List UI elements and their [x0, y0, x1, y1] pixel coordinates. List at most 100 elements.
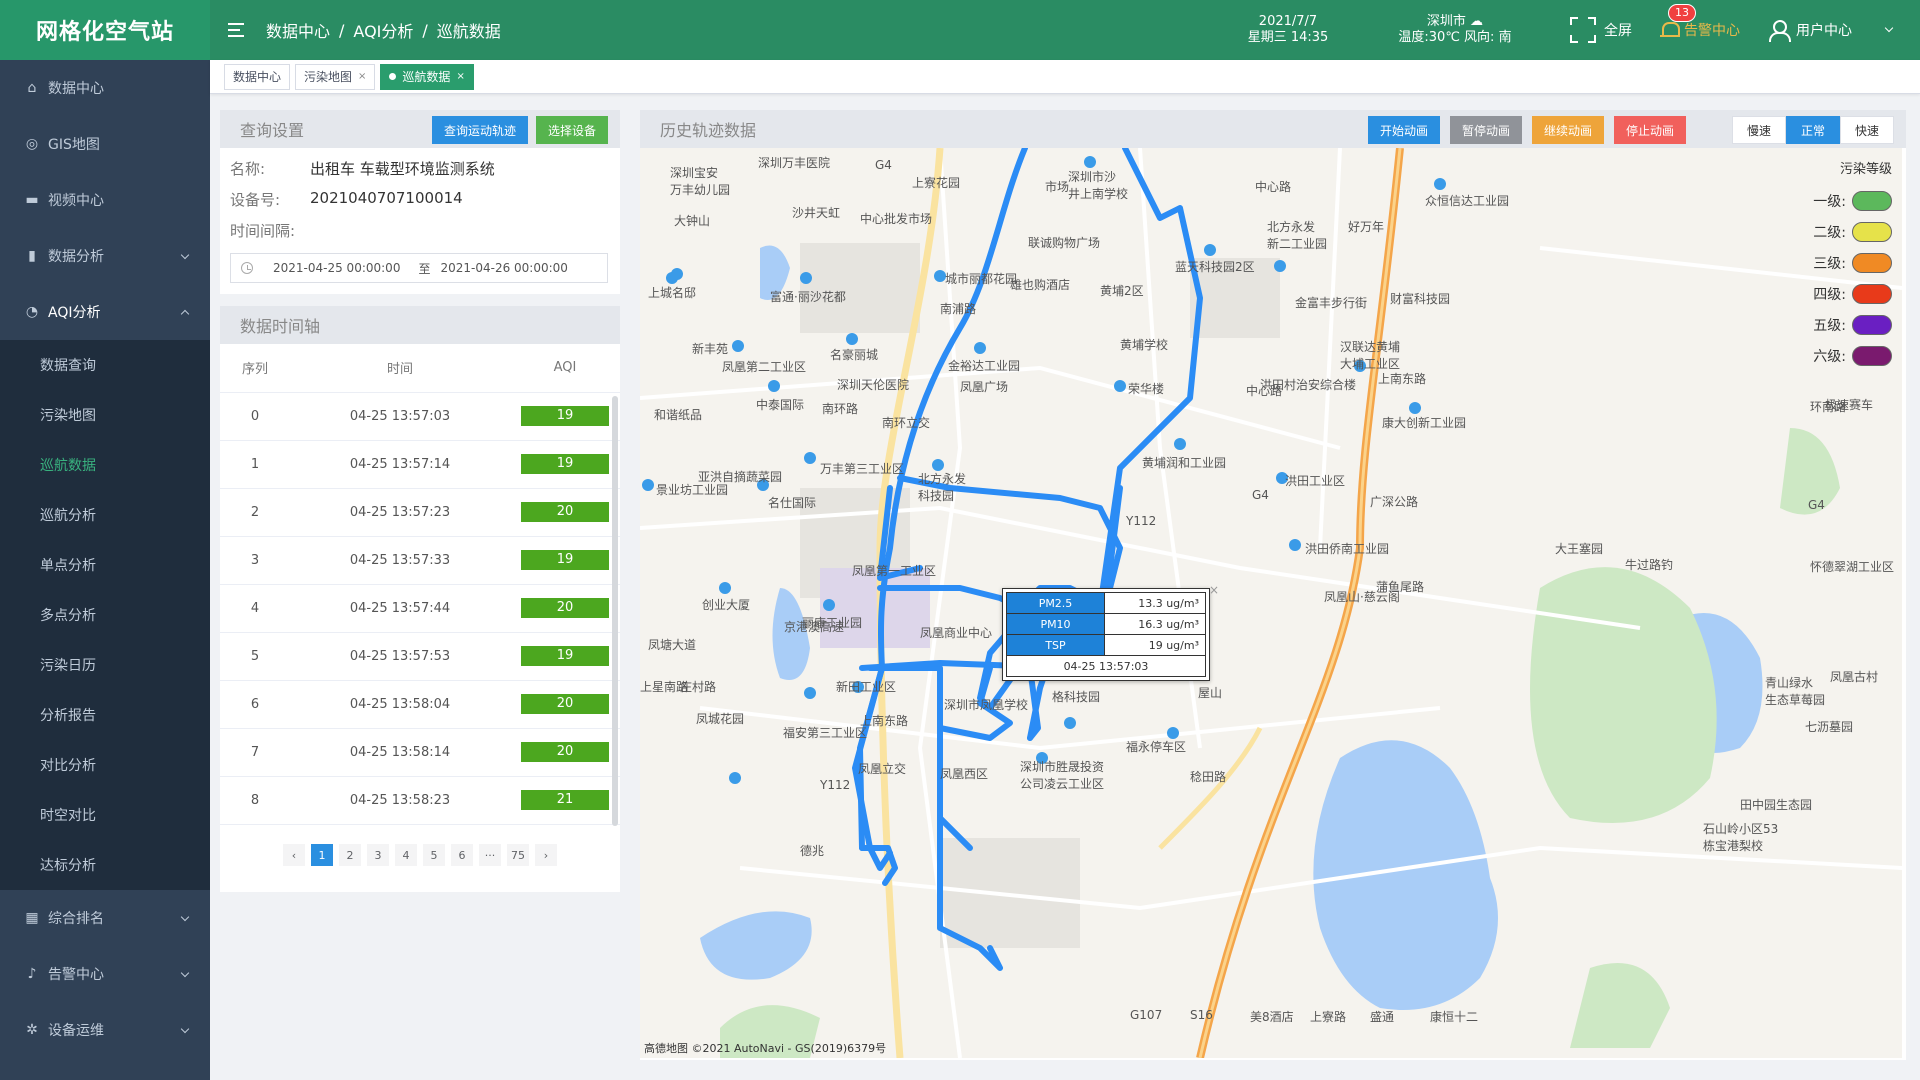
date-range-picker[interactable]: 2021-04-25 00:00:00 至 2021-04-26 00:00:0…: [230, 253, 608, 283]
aqi-badge: 19: [521, 406, 609, 426]
table-row[interactable]: 6 04-25 13:58:04 20: [220, 680, 620, 729]
submenu-item-cruise-analysis[interactable]: 巡航分析: [0, 490, 210, 540]
sidebar-item-label: GIS地图: [48, 137, 100, 153]
sidebar-item-aqi-analysis[interactable]: ◔ AQI分析: [0, 284, 210, 340]
map-label: 深圳天伦医院: [837, 378, 910, 392]
sidebar-item-gis-map[interactable]: ◎ GIS地图: [0, 116, 210, 172]
page-button[interactable]: 6: [451, 844, 473, 866]
submenu-item-single-point[interactable]: 单点分析: [0, 540, 210, 590]
page-button[interactable]: 5: [423, 844, 445, 866]
table-row[interactable]: 2 04-25 13:57:23 20: [220, 488, 620, 537]
legend-swatch: [1852, 283, 1892, 304]
map-label: 好万年: [1348, 220, 1385, 234]
map-canvas[interactable]: 深圳宝安 万丰幼儿园 深圳万丰医院 上寮花园 沙井天虹 中心批发市场 深圳市沙 井上南学校…: [640, 148, 1902, 1058]
user-center-button[interactable]: 用户中心: [1768, 20, 1894, 42]
tag-cruise-data[interactable]: 巡航数据 ×: [380, 63, 474, 90]
map-label: Y112: [1126, 514, 1157, 528]
sidebar-item-video-center[interactable]: ▬ 视频中心: [0, 172, 210, 228]
page-button[interactable]: 2: [339, 844, 361, 866]
timeline-table-wrapper[interactable]: 序列 时间 AQI 0 04-25 13:57:03 19 1 04-25 13:57:…: [220, 344, 620, 828]
table-row[interactable]: 7 04-25 13:58:14 20: [220, 728, 620, 777]
sidebar-item-data-analysis[interactable]: ▮ 数据分析: [0, 228, 210, 284]
table-row[interactable]: 8 04-25 13:58:23 21: [220, 776, 620, 825]
table-row[interactable]: 5 04-25 13:57:53 19: [220, 632, 620, 681]
page-button[interactable]: ···: [479, 844, 501, 866]
page-button[interactable]: 3: [367, 844, 389, 866]
resume-animation-button[interactable]: 继续动画: [1531, 116, 1604, 144]
speed-option[interactable]: 快速: [1839, 116, 1894, 144]
breadcrumb-item[interactable]: AQI分析: [353, 18, 413, 42]
tags-view-bar: 数据中心 污染地图 × 巡航数据 ×: [210, 60, 1920, 94]
page-button[interactable]: 75: [507, 844, 529, 866]
map-label: 牛过路钓: [1625, 558, 1674, 572]
popup-time: 04-25 13:57:03: [1006, 655, 1206, 677]
page-button[interactable]: 1: [311, 844, 333, 866]
submenu-item-compliance[interactable]: 达标分析: [0, 840, 210, 890]
query-track-button[interactable]: 查询运动轨迹: [431, 116, 528, 144]
stop-animation-button[interactable]: 停止动画: [1613, 116, 1686, 144]
page-button[interactable]: 4: [395, 844, 417, 866]
scrollbar-thumb[interactable]: [612, 396, 618, 826]
submenu-item-pollution-calendar[interactable]: 污染日历: [0, 640, 210, 690]
start-date-input[interactable]: 2021-04-25 00:00:00: [273, 261, 400, 275]
device-name-row: 名称: 出租车 车载型环境监测系统: [220, 158, 620, 179]
sidebar-item-label: 综合排名: [48, 911, 104, 927]
table-row[interactable]: 0 04-25 13:57:03 19: [220, 392, 620, 441]
close-icon[interactable]: ×: [456, 71, 464, 82]
prev-page-button[interactable]: ‹: [283, 844, 305, 866]
table-row[interactable]: 1 04-25 13:57:14 19: [220, 440, 620, 489]
popup-key: PM10: [1006, 613, 1105, 635]
start-animation-button[interactable]: 开始动画: [1367, 116, 1440, 144]
map-label: 黄埔2区: [1100, 284, 1144, 298]
breadcrumb-item[interactable]: 数据中心: [266, 18, 330, 42]
column-header: AQI: [510, 344, 620, 393]
submenu-item-multi-point[interactable]: 多点分析: [0, 590, 210, 640]
alarm-center-button[interactable]: 13 告警中心: [1660, 4, 1740, 40]
next-page-button[interactable]: ›: [535, 844, 557, 866]
menu-toggle-icon[interactable]: [228, 23, 248, 37]
sidebar-item-device-maintenance[interactable]: ✲ 设备运维: [0, 1002, 210, 1058]
panel-title: 历史轨迹数据: [660, 121, 757, 140]
tag-data-center[interactable]: 数据中心: [224, 63, 291, 90]
speed-option[interactable]: 正常: [1785, 116, 1840, 144]
submenu-item-cruise-data[interactable]: 巡航数据: [0, 440, 210, 490]
map-label: 中心批发市场: [860, 212, 933, 226]
popup-table: PM2.5 13.3 ug/m³ PM10 16.3 ug/m³ TSP 19 ug/…: [1006, 592, 1206, 677]
map-label: 洪田侨南工业园: [1305, 542, 1390, 556]
close-icon[interactable]: ×: [1209, 583, 1219, 597]
sidebar-item-ranking[interactable]: ▦ 综合排名: [0, 890, 210, 946]
map-label: 大王塞园: [1555, 542, 1604, 556]
map-label: Y112: [820, 778, 851, 792]
submenu-item-analysis-report[interactable]: 分析报告: [0, 690, 210, 740]
row-time: 04-25 13:57:23: [290, 488, 510, 537]
alarm-center-label: 告警中心: [1684, 23, 1740, 39]
submenu-item-comparison[interactable]: 对比分析: [0, 740, 210, 790]
submenu-item-data-query[interactable]: 数据查询: [0, 340, 210, 390]
sidebar-item-label: AQI分析: [48, 305, 101, 321]
chevron-down-icon: [180, 250, 190, 260]
row-time: 04-25 13:57:53: [290, 632, 510, 681]
map-label: 洪田工业区: [1285, 474, 1346, 488]
map-label: 南浦路: [940, 302, 977, 316]
speed-option[interactable]: 慢速: [1731, 116, 1786, 144]
table-row[interactable]: 4 04-25 13:57:44 20: [220, 584, 620, 633]
map-label: 中泰国际: [756, 398, 805, 412]
tag-pollution-map[interactable]: 污染地图 ×: [295, 63, 376, 90]
sidebar-item-data-center[interactable]: ⌂ 数据中心: [0, 60, 210, 116]
popup-row: PM2.5 13.3 ug/m³: [1006, 592, 1206, 614]
end-date-input[interactable]: 2021-04-26 00:00:00: [440, 261, 567, 275]
fullscreen-button[interactable]: 全屏: [1570, 17, 1632, 43]
table-row[interactable]: 3 04-25 13:57:33 19: [220, 536, 620, 585]
pause-animation-button[interactable]: 暂停动画: [1449, 116, 1522, 144]
map-label: 上城名邸: [648, 286, 697, 300]
user-icon: [1768, 20, 1791, 42]
legend-label: 六级:: [1813, 348, 1846, 365]
row-index: 0: [220, 392, 290, 441]
field-label: 名称:: [230, 160, 266, 178]
popup-key: PM2.5: [1006, 592, 1105, 614]
submenu-item-spatiotemporal[interactable]: 时空对比: [0, 790, 210, 840]
submenu-item-pollution-map[interactable]: 污染地图: [0, 390, 210, 440]
close-icon[interactable]: ×: [358, 71, 366, 82]
select-device-button[interactable]: 选择设备: [535, 116, 608, 144]
sidebar-item-alarm-center[interactable]: ♪ 告警中心: [0, 946, 210, 1002]
